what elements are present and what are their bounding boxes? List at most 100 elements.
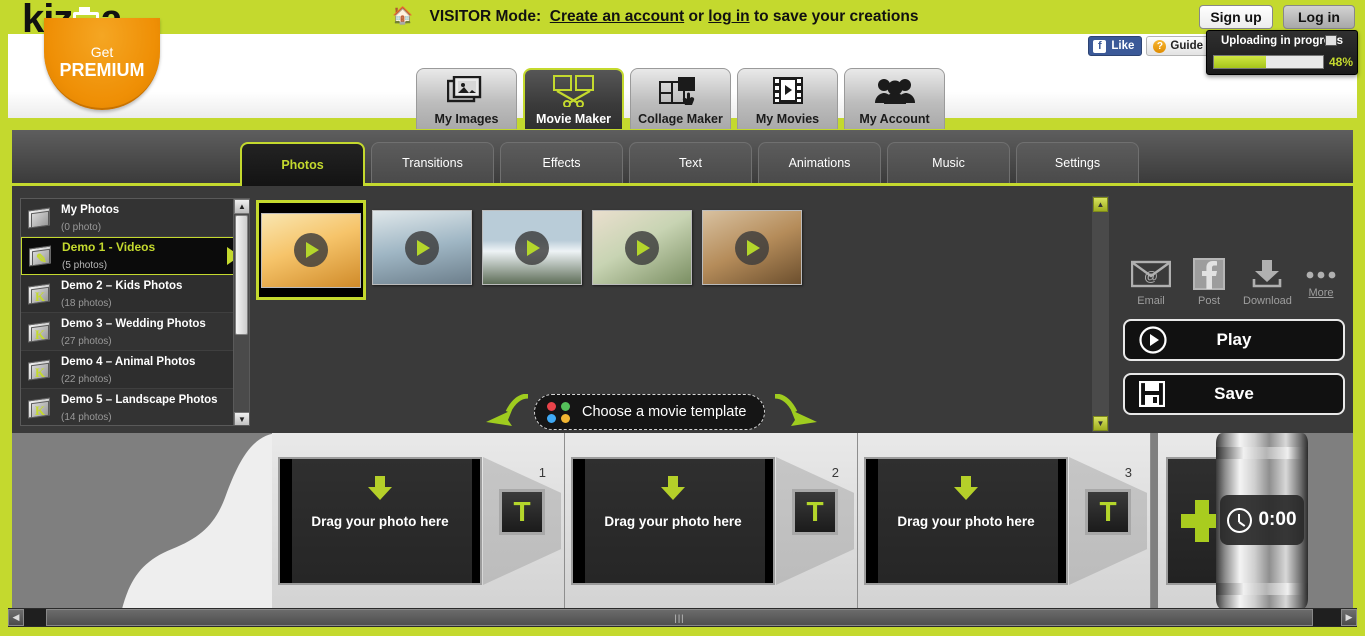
share-more-button[interactable]: More	[1301, 255, 1341, 299]
slot-drop-frame[interactable]: Drag your photo here	[278, 457, 482, 585]
visitor-mode-message: 🏠 VISITOR Mode: Create an account or log…	[392, 6, 918, 26]
thumbnail-4[interactable]	[697, 200, 806, 295]
album-count: (5 photos)	[62, 260, 108, 271]
save-button[interactable]: Save	[1123, 373, 1345, 415]
tab-label: Collage Maker	[638, 112, 723, 126]
slot-drop-frame[interactable]: Drag your photo here	[864, 457, 1068, 585]
log-in-link[interactable]: log in	[708, 8, 749, 25]
download-icon	[1243, 255, 1291, 293]
thumbnail-1[interactable]	[367, 200, 476, 295]
thumbnail-2[interactable]	[477, 200, 586, 295]
down-arrow-icon	[954, 476, 978, 500]
subtab-photos[interactable]: Photos	[240, 142, 365, 186]
preview-scroll-up-button[interactable]: ▲	[1093, 197, 1108, 212]
save-label: Save	[1214, 384, 1254, 403]
clock-icon	[1227, 507, 1253, 533]
k-book-icon: K	[27, 320, 53, 343]
album-name: My Photos	[61, 203, 120, 216]
collage-hand-icon	[658, 69, 703, 112]
share-post-button[interactable]: Post	[1185, 255, 1233, 307]
subtab-music[interactable]: Music	[887, 142, 1010, 183]
save-creations-text: to save your creations	[753, 8, 919, 25]
subtab-animations[interactable]: Animations	[758, 142, 881, 183]
album-scroll-thumb[interactable]	[235, 215, 248, 335]
facebook-like-button[interactable]: f Like	[1088, 36, 1143, 56]
visitor-mode-prefix: VISITOR Mode:	[429, 8, 542, 25]
upload-progress-row: 48%	[1213, 54, 1353, 70]
timeline-duration-cylinder: 0:00	[1216, 433, 1308, 609]
minimize-icon[interactable]	[1325, 35, 1337, 46]
album-item-demo-2-kids[interactable]: K Demo 2 – Kids Photos (18 photos)	[21, 275, 249, 313]
upload-progress-bar	[1213, 55, 1324, 69]
more-dots-icon	[1301, 265, 1341, 285]
right-arrow-decoration	[775, 394, 818, 426]
drop-hint-text: Drag your photo here	[311, 513, 449, 529]
slot-text-button[interactable]: T	[1085, 489, 1131, 535]
tab-label: My Images	[434, 112, 499, 126]
album-scroll-down-button[interactable]: ▼	[234, 412, 249, 425]
tab-collage-maker[interactable]: Collage Maker	[630, 68, 731, 129]
scroll-track[interactable]: |||	[24, 609, 1341, 626]
top-bar: kiza 🏠 VISITOR Mode: Create an account o…	[0, 0, 1365, 41]
tab-movie-maker[interactable]: Movie Maker	[523, 68, 624, 129]
premium-label: PREMIUM	[59, 60, 145, 80]
album-count: (18 photos)	[61, 297, 112, 309]
duration-label: 0:00	[1258, 509, 1297, 530]
left-arrow-decoration	[486, 394, 529, 426]
album-scrollbar[interactable]: ▲ ▼	[233, 199, 249, 425]
album-item-demo-4-animal[interactable]: K Demo 4 – Animal Photos (22 photos)	[21, 351, 249, 389]
sub-tab-strip: Photos Transitions Effects Text Animatio…	[12, 130, 1353, 186]
subtab-effects[interactable]: Effects	[500, 142, 623, 183]
guide-label: Guide	[1170, 40, 1203, 52]
share-label: Download	[1243, 295, 1292, 307]
log-in-button[interactable]: Log in	[1283, 5, 1355, 29]
guide-button[interactable]: ? Guide	[1146, 36, 1210, 56]
images-stack-icon	[446, 69, 487, 112]
get-premium-badge[interactable]: Get PREMIUM	[44, 18, 160, 110]
share-label: Email	[1137, 295, 1165, 307]
scroll-left-button[interactable]: ◀	[8, 609, 24, 626]
share-label: Post	[1197, 295, 1220, 307]
play-icon	[1139, 326, 1167, 354]
album-item-demo-1-videos[interactable]: ✎ Demo 1 - Videos (5 photos)	[21, 237, 249, 275]
album-count: (22 photos)	[61, 373, 112, 385]
home-icon[interactable]: 🏠	[392, 6, 413, 25]
tab-my-movies[interactable]: My Movies	[737, 68, 838, 129]
slot-drop-frame[interactable]: Drag your photo here	[571, 457, 775, 585]
tab-label: My Account	[859, 112, 930, 126]
subtab-settings[interactable]: Settings	[1016, 142, 1139, 183]
subtab-text[interactable]: Text	[629, 142, 752, 183]
timeline-slot-3[interactable]: 3 Drag your photo here T	[858, 433, 1151, 609]
timeline-strip: 1 Drag your photo here T 2 Drag your pho…	[8, 433, 1357, 609]
tab-my-images[interactable]: My Images	[416, 68, 517, 129]
choose-movie-template-button[interactable]: Choose a movie template	[534, 394, 766, 430]
album-item-my-photos[interactable]: My Photos (0 photo)	[21, 199, 249, 237]
slot-number: 3	[1124, 465, 1132, 480]
sign-up-button[interactable]: Sign up	[1199, 5, 1273, 29]
album-item-demo-3-wedding[interactable]: K Demo 3 – Wedding Photos (27 photos)	[21, 313, 249, 351]
create-account-link[interactable]: Create an account	[550, 8, 684, 25]
album-item-demo-5-landscape[interactable]: K Demo 5 – Landscape Photos (14 photos)	[21, 389, 249, 425]
slot-text-button[interactable]: T	[792, 489, 838, 535]
subtab-transitions[interactable]: Transitions	[371, 142, 494, 183]
album-scroll-up-button[interactable]: ▲	[234, 199, 249, 214]
scroll-thumb[interactable]: |||	[46, 609, 1313, 626]
k-book-icon: K	[27, 358, 53, 381]
thumbnail-3[interactable]	[587, 200, 696, 295]
open-book-icon: ✎	[28, 245, 54, 267]
film-play-icon	[770, 69, 806, 112]
down-arrow-icon	[368, 476, 392, 500]
upload-progress-fill	[1214, 56, 1267, 68]
thumbnail-0[interactable]	[256, 200, 366, 300]
timeline-slot-1[interactable]: 1 Drag your photo here T	[272, 433, 565, 609]
play-button[interactable]: Play	[1123, 319, 1345, 361]
preview-scrollbar[interactable]: ▲ ▼	[1092, 196, 1109, 432]
preview-scroll-down-button[interactable]: ▼	[1093, 416, 1108, 431]
timeline-slot-2[interactable]: 2 Drag your photo here T	[565, 433, 858, 609]
share-download-button[interactable]: Download	[1243, 255, 1292, 307]
share-email-button[interactable]: @ Email	[1127, 255, 1175, 307]
slot-text-button[interactable]: T	[499, 489, 545, 535]
scroll-right-button[interactable]: ▶	[1341, 609, 1357, 626]
timeline-horizontal-scrollbar[interactable]: ◀ ||| ▶	[8, 608, 1357, 627]
tab-my-account[interactable]: My Account	[844, 68, 945, 129]
